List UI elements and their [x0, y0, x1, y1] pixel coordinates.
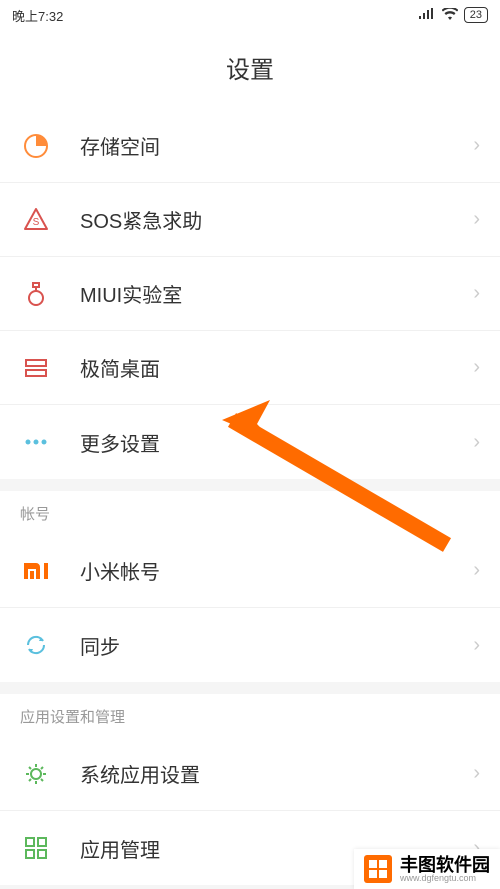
watermark-domain: www.dgfengtu.com — [400, 874, 490, 883]
status-time: 晚上7:32 — [12, 6, 63, 25]
svg-text:S: S — [33, 217, 40, 228]
chevron-right-icon: › — [473, 634, 480, 657]
settings-item-sync[interactable]: 同步 › — [0, 608, 500, 682]
status-icons: 23 — [418, 7, 488, 23]
chevron-right-icon: › — [473, 282, 480, 305]
watermark-logo-icon — [364, 855, 392, 883]
item-label: 更多设置 — [80, 428, 473, 457]
simple-desktop-icon — [20, 352, 52, 384]
item-label: 同步 — [80, 631, 473, 660]
watermark: 丰图软件园 www.dgfengtu.com — [354, 849, 500, 889]
settings-item-system-apps[interactable]: 系统应用设置 › — [0, 737, 500, 811]
chevron-right-icon: › — [473, 356, 480, 379]
settings-item-sos[interactable]: S SOS紧急求助 › — [0, 183, 500, 257]
item-label: 极简桌面 — [80, 353, 473, 382]
section-header-apps: 应用设置和管理 — [0, 694, 500, 737]
more-icon — [20, 426, 52, 458]
battery-icon: 23 — [464, 7, 488, 23]
section-divider — [0, 682, 500, 694]
section-header-account: 帐号 — [0, 491, 500, 534]
settings-item-storage[interactable]: 存储空间 › — [0, 109, 500, 183]
wifi-icon — [442, 8, 458, 23]
item-label: 系统应用设置 — [80, 759, 473, 788]
signal-icon — [418, 8, 436, 23]
storage-icon — [20, 130, 52, 162]
watermark-text: 丰图软件园 — [400, 856, 490, 874]
item-label: SOS紧急求助 — [80, 205, 473, 234]
settings-item-mi-account[interactable]: 小米帐号 › — [0, 534, 500, 608]
gear-icon — [20, 758, 52, 790]
chevron-right-icon: › — [473, 431, 480, 454]
lab-icon — [20, 278, 52, 310]
item-label: MIUI实验室 — [80, 279, 473, 308]
settings-item-lab[interactable]: MIUI实验室 › — [0, 257, 500, 331]
chevron-right-icon: › — [473, 134, 480, 157]
sos-icon: S — [20, 204, 52, 236]
chevron-right-icon: › — [473, 559, 480, 582]
chevron-right-icon: › — [473, 208, 480, 231]
page-header: 设置 — [0, 30, 500, 109]
status-bar: 晚上7:32 23 — [0, 0, 500, 30]
settings-item-simple-desktop[interactable]: 极简桌面 › — [0, 331, 500, 405]
sync-icon — [20, 629, 52, 661]
item-label: 小米帐号 — [80, 556, 473, 585]
settings-item-more[interactable]: 更多设置 › — [0, 405, 500, 479]
chevron-right-icon: › — [473, 762, 480, 785]
item-label: 存储空间 — [80, 131, 473, 160]
section-divider — [0, 479, 500, 491]
apps-icon — [20, 832, 52, 864]
mi-logo-icon — [20, 555, 52, 587]
page-title: 设置 — [0, 50, 500, 85]
